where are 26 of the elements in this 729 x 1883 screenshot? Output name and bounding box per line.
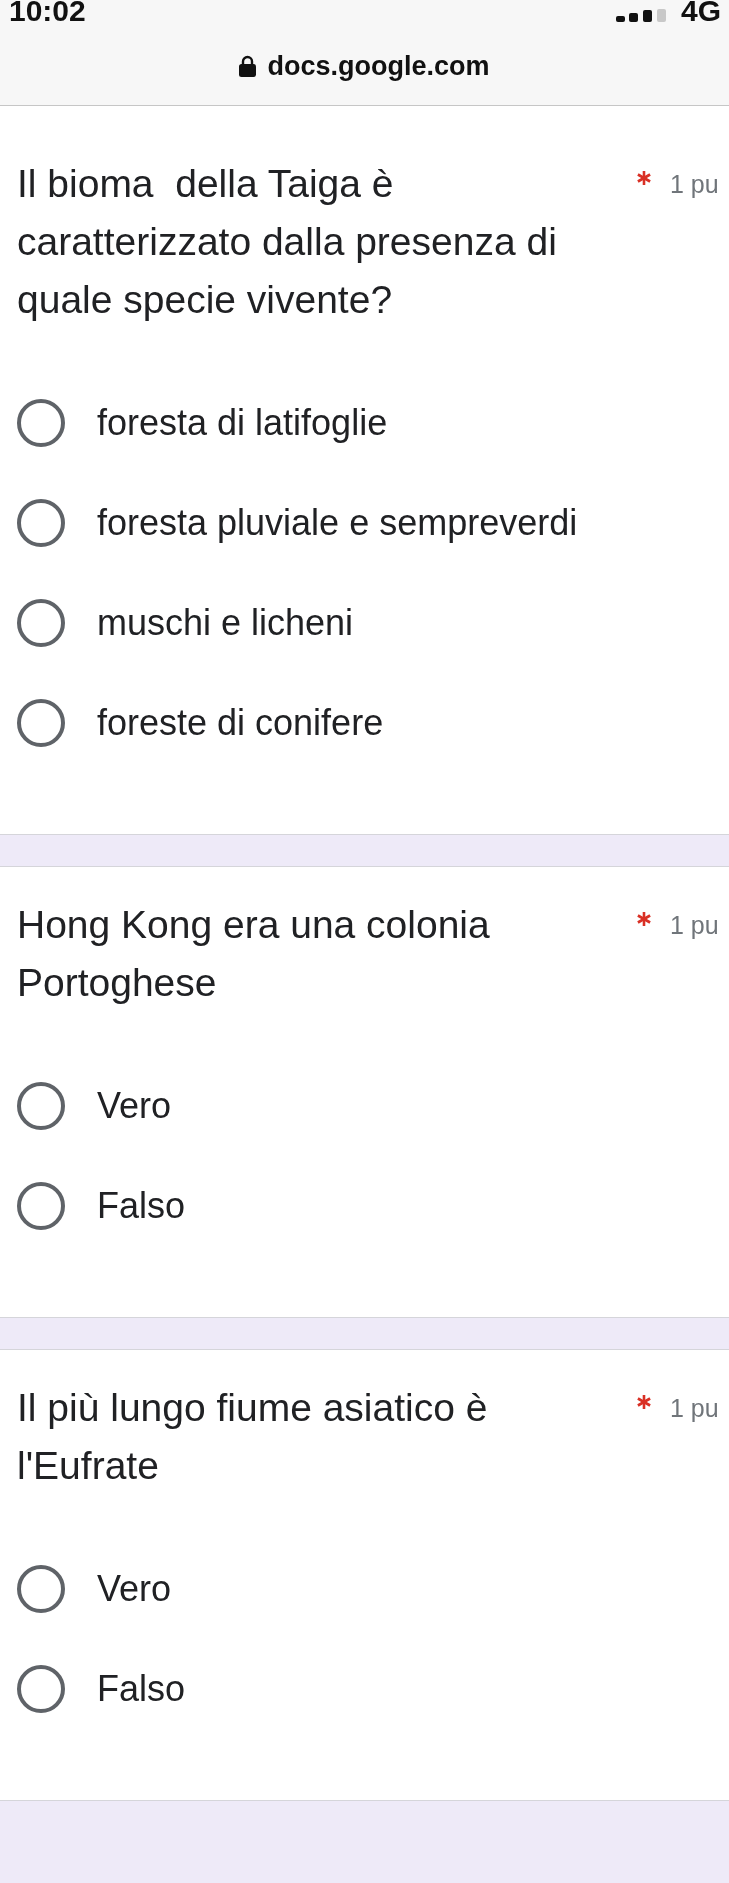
question-title: Hong Kong era una colonia Portoghese [17, 902, 491, 1006]
radio-button[interactable] [17, 1665, 65, 1713]
option-label[interactable]: Vero [97, 1085, 172, 1127]
option-label[interactable]: foreste di conifere [97, 702, 384, 744]
network-label: 4G [680, 0, 721, 22]
option-label[interactable]: Vero [97, 1568, 172, 1610]
points-label: 1 pu [670, 1393, 719, 1424]
question-title: Il più lungo fiume asiatico è l'Eufrate [17, 1385, 489, 1489]
option-label[interactable]: Falso [97, 1668, 186, 1710]
radio-button[interactable] [17, 499, 65, 547]
option-label[interactable]: foresta pluviale e sempreverdi [97, 502, 578, 544]
question-title: Il bioma della Taiga è caratterizzato dalla presenza di quale specie vivente? [17, 161, 558, 323]
signal-icon [615, 9, 666, 22]
points-label: 1 pu [670, 169, 719, 200]
radio-button[interactable] [17, 1565, 65, 1613]
radio-button[interactable] [17, 699, 65, 747]
radio-button[interactable] [17, 1182, 65, 1230]
status-time: 10:02 [9, 0, 86, 22]
option-label[interactable]: foresta di latifoglie [97, 402, 388, 444]
radio-button[interactable] [17, 1082, 65, 1130]
option-label[interactable]: muschi e licheni [97, 602, 354, 644]
radio-button[interactable] [17, 399, 65, 447]
option-label[interactable]: Falso [97, 1185, 186, 1227]
address-bar-url[interactable]: docs.google.com [267, 49, 490, 82]
radio-button[interactable] [17, 599, 65, 647]
points-label: 1 pu [670, 910, 719, 941]
